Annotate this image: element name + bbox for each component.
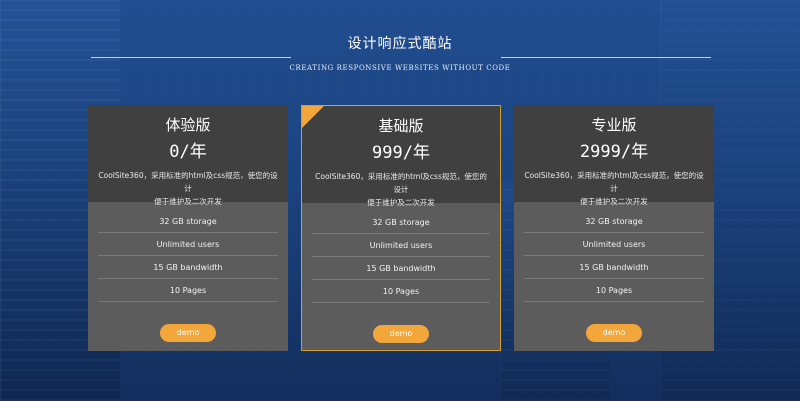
plan-price: 2999/年 <box>579 142 649 162</box>
demo-button[interactable]: demo <box>160 324 216 342</box>
feature-item: Unlimited users <box>98 233 278 256</box>
feature-item: 10 Pages <box>98 279 278 302</box>
feature-list: 32 GB storage Unlimited users 15 GB band… <box>302 203 500 303</box>
plan-price: 0/年 <box>169 142 207 162</box>
feature-list: 32 GB storage Unlimited users 15 GB band… <box>88 202 288 302</box>
title-rule-left <box>91 57 291 58</box>
plan-name: 专业版 <box>591 116 637 134</box>
page-title: 设计响应式酷站 <box>347 36 453 52</box>
plan-description-line: CoolSite360，采用标准的html及css规范，使您的设计 <box>524 171 704 193</box>
demo-button-wrap: demo <box>302 321 500 343</box>
demo-button[interactable]: demo <box>586 324 642 342</box>
feature-item: 15 GB bandwidth <box>312 257 490 280</box>
feature-list: 32 GB storage Unlimited users 15 GB band… <box>514 202 714 302</box>
plan-description-line: CoolSite360，采用标准的html及css规范，使您的设计 <box>315 172 487 194</box>
pricing-cards: 体验版 0/年 CoolSite360，采用标准的html及css规范，使您的设… <box>88 105 714 352</box>
feature-item: 10 Pages <box>524 279 704 302</box>
feature-item: 15 GB bandwidth <box>98 256 278 279</box>
feature-item: 32 GB storage <box>312 211 490 234</box>
demo-button-wrap: demo <box>88 320 288 342</box>
plan-name: 基础版 <box>378 117 424 135</box>
card-header: 体验版 0/年 CoolSite360，采用标准的html及css规范，使您的设… <box>88 105 288 206</box>
title-rule-right <box>501 57 711 58</box>
feature-item: Unlimited users <box>524 233 704 256</box>
pricing-card-trial: 体验版 0/年 CoolSite360，采用标准的html及css规范，使您的设… <box>88 105 288 351</box>
demo-button[interactable]: demo <box>373 325 429 343</box>
title-rules <box>91 57 711 58</box>
feature-item: 32 GB storage <box>98 210 278 233</box>
card-header: 基础版 999/年 CoolSite360，采用标准的html及css规范，使您… <box>302 106 500 207</box>
pricing-card-basic: 基础版 999/年 CoolSite360，采用标准的html及css规范，使您… <box>301 105 501 351</box>
page-subtitle: CREATING RESPONSIVE WEBSITES WITHOUT COD… <box>289 64 511 72</box>
demo-button-wrap: demo <box>514 320 714 342</box>
plan-description-line: CoolSite360，采用标准的html及css规范，使您的设计 <box>98 171 278 193</box>
plan-name: 体验版 <box>165 116 211 134</box>
plan-price: 999/年 <box>372 143 430 163</box>
card-header: 专业版 2999/年 CoolSite360，采用标准的html及css规范，使… <box>514 105 714 206</box>
feature-item: 15 GB bandwidth <box>524 256 704 279</box>
page-header: 设计响应式酷站 CREATING RESPONSIVE WEBSITES WIT… <box>0 35 800 72</box>
feature-item: 10 Pages <box>312 280 490 303</box>
pricing-card-pro: 专业版 2999/年 CoolSite360，采用标准的html及css规范，使… <box>514 105 714 351</box>
feature-item: 32 GB storage <box>524 210 704 233</box>
featured-corner-ribbon <box>302 106 324 128</box>
feature-item: Unlimited users <box>312 234 490 257</box>
